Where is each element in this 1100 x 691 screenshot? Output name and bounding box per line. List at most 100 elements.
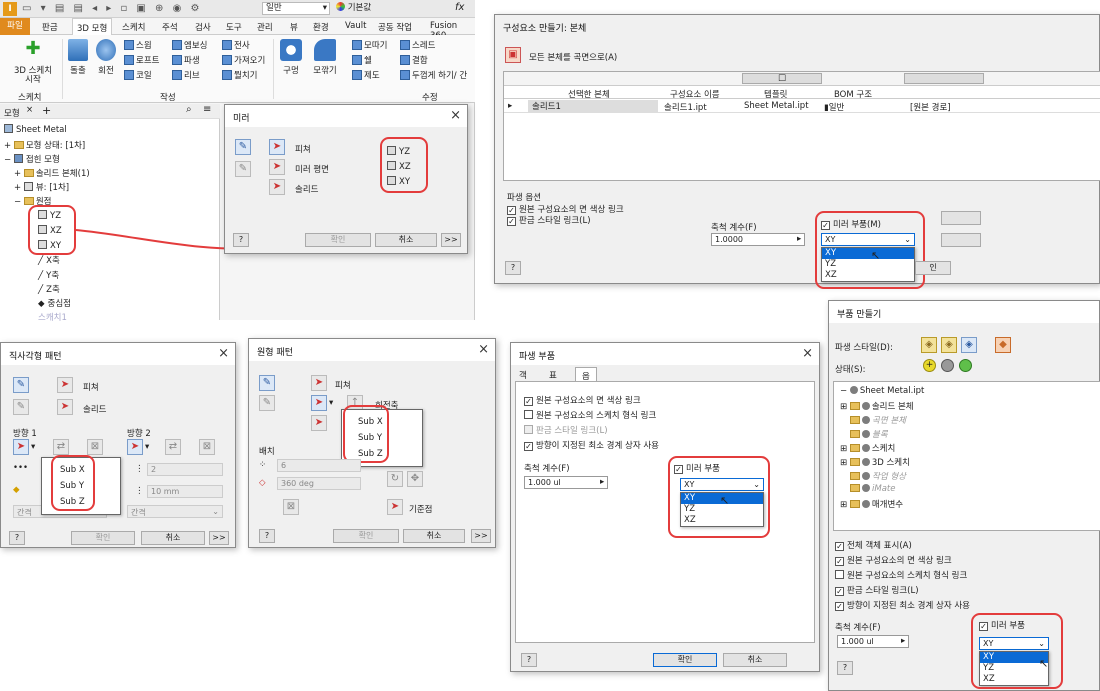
scale-input[interactable]: 1.0000 xyxy=(711,233,805,246)
col-selected-body[interactable]: 선택한 본체 xyxy=(568,88,610,100)
orientation2-icon[interactable]: ✥ xyxy=(407,471,423,487)
side-button[interactable] xyxy=(941,233,981,247)
solid-select-icon[interactable]: ➤ xyxy=(57,399,73,415)
close-icon[interactable]: × xyxy=(478,342,489,357)
count-input[interactable]: 6 xyxy=(277,459,361,472)
close-icon[interactable]: × xyxy=(450,108,461,123)
mirror-feature-mode-icon[interactable]: ✎ xyxy=(235,139,251,155)
derive-opt-style[interactable]: ✓ 판금 스타일 링크(L) xyxy=(507,214,591,226)
opt-face-color[interactable]: ✓ 원본 구성요소의 면 색상 링크 xyxy=(524,394,641,406)
style-icon-1[interactable]: ◈ xyxy=(921,337,937,353)
dir2-dropdown-icon[interactable]: ▾ xyxy=(145,442,149,452)
solid-select-icon[interactable]: ➤ xyxy=(311,415,327,431)
ok-button[interactable]: 확인 xyxy=(653,653,717,667)
angle-input[interactable]: 360 deg xyxy=(277,477,361,490)
help-icon[interactable]: ? xyxy=(521,653,537,667)
opt-bounding-box[interactable]: ✓ 방향이 지정된 최소 경계 상자 사용 xyxy=(524,439,659,451)
col-bom[interactable]: BOM 구조 xyxy=(834,88,872,100)
more-button[interactable]: >> xyxy=(209,531,229,545)
base-select-icon[interactable]: ➤ xyxy=(387,499,403,515)
tree-item-params[interactable]: ⊞ 매개변수 xyxy=(840,498,903,510)
axis-dropdown-icon[interactable]: ▾ xyxy=(329,398,333,408)
scale-arrow-icon[interactable]: ▸ xyxy=(600,477,604,487)
checkbox-checked[interactable]: ✓ xyxy=(507,217,516,226)
status-exclude-icon[interactable] xyxy=(941,359,954,372)
checkbox-checked[interactable]: ✓ xyxy=(835,602,844,611)
cancel-button[interactable]: 취소 xyxy=(403,529,465,543)
dir1-midplane-icon[interactable]: ⊠ xyxy=(87,439,103,455)
tree-item-3dsketch[interactable]: ⊞ 3D 스케치 xyxy=(840,456,910,468)
ok-button[interactable]: 인 xyxy=(915,261,951,275)
status-mixed-icon[interactable] xyxy=(959,359,972,372)
ok-button[interactable]: 확인 xyxy=(333,529,399,543)
dir2-midplane-icon[interactable]: ⊠ xyxy=(199,439,215,455)
checkbox-checked[interactable]: ✓ xyxy=(835,557,844,566)
cell-template[interactable]: Sheet Metal.ipt xyxy=(744,101,809,111)
tree-item-surface[interactable]: 곡면 본체 xyxy=(850,414,906,426)
solid-select-icon[interactable]: ➤ xyxy=(269,179,285,195)
feature-select-icon[interactable]: ➤ xyxy=(269,139,285,155)
checkbox-checked[interactable]: ✓ xyxy=(835,542,844,551)
plane-select-icon[interactable]: ➤ xyxy=(269,159,285,175)
midplane-icon[interactable]: ⊠ xyxy=(283,499,299,515)
tree-item-block[interactable]: 블록 xyxy=(850,428,888,440)
tree-item-work[interactable]: 작업 형상 xyxy=(850,470,906,482)
opt-bounding-box[interactable]: ✓ 방향이 지정된 최소 경계 상자 사용 xyxy=(835,599,970,611)
dir1-dropdown-icon[interactable]: ▾ xyxy=(31,442,35,452)
side-button[interactable] xyxy=(941,211,981,225)
dir2-distance[interactable]: 10 mm xyxy=(147,485,223,498)
checkbox-checked[interactable]: ✓ xyxy=(524,397,533,406)
help-icon[interactable]: ? xyxy=(9,531,25,545)
cell-body[interactable]: 솔리드1 xyxy=(528,100,658,112)
dir2-flip-icon[interactable]: ⇄ xyxy=(165,439,181,455)
dir2-count[interactable]: 2 xyxy=(147,463,223,476)
close-icon[interactable]: × xyxy=(218,346,229,361)
dir2-select-icon[interactable]: ➤ xyxy=(127,439,143,455)
scale-input[interactable]: 1.000 ul xyxy=(524,476,608,489)
checkbox-unchecked[interactable] xyxy=(835,570,844,579)
dir1-flip-icon[interactable]: ⇄ xyxy=(53,439,69,455)
ok-button[interactable]: 확인 xyxy=(305,233,371,247)
dir1-select-icon[interactable]: ➤ xyxy=(13,439,29,455)
tree-item-sketch[interactable]: ⊞ 스케치 xyxy=(840,442,895,454)
checkbox-checked[interactable]: ✓ xyxy=(835,587,844,596)
solid-mode-icon[interactable]: ✎ xyxy=(13,399,29,415)
checkbox-unchecked[interactable] xyxy=(524,410,533,419)
style-icon-4[interactable]: ◆ xyxy=(995,337,1011,353)
tree-root[interactable]: − Sheet Metal.ipt xyxy=(840,386,924,396)
scale-arrow-icon[interactable]: ▸ xyxy=(901,636,905,646)
opt-sheetmetal-style[interactable]: ✓ 판금 스타일 링크(L) xyxy=(835,584,919,596)
tree-item-imate[interactable]: iMate xyxy=(850,484,895,494)
status-include-icon[interactable]: + xyxy=(923,359,936,372)
feature-select-icon[interactable]: ➤ xyxy=(311,375,327,391)
table-row[interactable]: ▸ 솔리드1 솔리드1.ipt Sheet Metal.ipt ▮일반 [원본 … xyxy=(504,100,1100,113)
surface-option-icon[interactable]: ▣ xyxy=(505,47,521,63)
scale-input[interactable]: 1.000 ul xyxy=(837,635,909,648)
opt-sheetmetal-style[interactable]: 판금 스타일 링크(L) xyxy=(524,424,608,436)
checkbox-checked[interactable]: ✓ xyxy=(524,442,533,451)
tab-options[interactable]: 옵션 xyxy=(575,367,597,394)
tree-item-solid[interactable]: ⊞ 솔리드 본체 xyxy=(840,400,914,412)
axis-select-icon[interactable]: ➤ xyxy=(311,395,327,411)
col-component-name[interactable]: 구성요소 이름 xyxy=(670,88,720,100)
feature-select-icon[interactable]: ➤ xyxy=(57,377,73,393)
feature-mode-icon[interactable]: ✎ xyxy=(13,377,29,393)
orientation-icon[interactable]: ↻ xyxy=(387,471,403,487)
opt-face-color[interactable]: ✓ 원본 구성요소의 면 색상 링크 xyxy=(835,554,952,566)
scale-arrow-icon[interactable]: ▸ xyxy=(797,234,801,244)
opt-sketch-style[interactable]: 원본 구성요소의 스케치 형식 링크 xyxy=(524,409,656,421)
help-icon[interactable]: ? xyxy=(233,233,249,247)
opt-show-all[interactable]: ✓ 전체 객체 표시(A) xyxy=(835,539,912,551)
dir2-type-select[interactable]: 간격 ⌄ xyxy=(127,505,223,518)
more-button[interactable]: >> xyxy=(471,529,491,543)
style-icon-3[interactable]: ◈ xyxy=(961,337,977,353)
help-icon[interactable]: ? xyxy=(837,661,853,675)
more-button[interactable]: >> xyxy=(441,233,461,247)
close-icon[interactable]: × xyxy=(802,346,813,361)
checkbox-disabled[interactable] xyxy=(524,425,533,434)
style-icon-2[interactable]: ◈ xyxy=(941,337,957,353)
help-icon[interactable]: ? xyxy=(259,529,275,543)
toolbar-button[interactable] xyxy=(904,73,984,84)
cancel-button[interactable]: 취소 xyxy=(375,233,437,247)
cell-path[interactable]: [원본 경로] xyxy=(910,101,951,113)
